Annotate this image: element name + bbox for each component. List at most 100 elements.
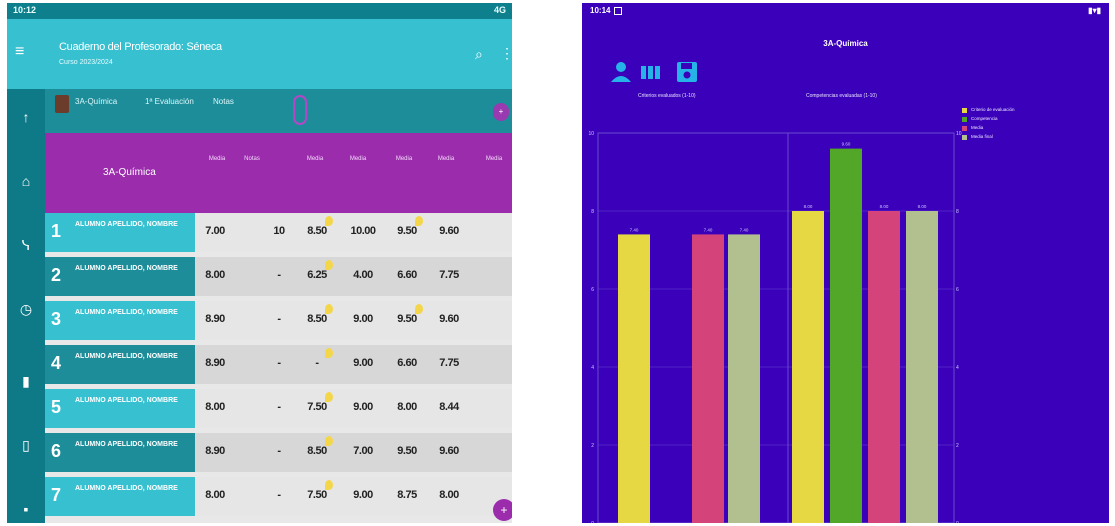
grade-cell[interactable]: 9.60 [431,313,467,325]
grade-cell[interactable]: 6.60 [389,357,425,369]
scroll-handle[interactable] [293,95,307,125]
grade-cell[interactable]: 9.50 [389,225,425,237]
grade-cell[interactable]: 8.50 [299,225,335,237]
floating-action-button[interactable]: + [493,499,512,521]
grade-cell[interactable]: 8.44 [431,401,467,413]
calendar-icon[interactable]: ▮ [16,371,36,391]
clock-icon[interactable]: ◷ [16,299,36,319]
column-header[interactable]: Media [200,155,234,164]
column-header[interactable]: Notas [235,155,269,164]
note-flag-icon[interactable] [325,216,333,226]
column-header[interactable]: Media [387,155,421,164]
grade-cell[interactable]: 7.75 [431,269,467,281]
note-flag-icon[interactable] [325,480,333,490]
grade-cell[interactable]: - [261,445,297,457]
grade-cell[interactable]: 6.60 [389,269,425,281]
note-flag-icon[interactable] [415,216,423,226]
notebook-icon[interactable]: ▯ [16,435,36,455]
grade-cell[interactable]: 9.00 [345,401,381,413]
note-flag-icon[interactable] [325,260,333,270]
grade-cell[interactable]: 6.25 [299,269,335,281]
grade-cell[interactable]: 10.00 [345,225,381,237]
bar-value-label: 7.40 [740,227,749,232]
grade-cell[interactable]: 10 [261,225,297,237]
note-flag-icon[interactable] [415,304,423,314]
grade-cell[interactable]: 7.00 [197,225,233,237]
tab-notes[interactable]: Notas [213,97,234,106]
grade-cell[interactable]: 8.90 [197,313,233,325]
student-name-cell[interactable]: 3 ALUMNO APELLIDO, NOMBRE [45,301,195,340]
grade-cell[interactable]: 7.75 [431,357,467,369]
grade-cell[interactable]: 9.50 [389,445,425,457]
grade-cell[interactable]: 8.50 [299,445,335,457]
grade-cell[interactable]: 9.60 [431,225,467,237]
grade-cell[interactable]: 8.90 [197,357,233,369]
grade-cell[interactable]: 7.50 [299,401,335,413]
note-flag-icon[interactable] [325,348,333,358]
grade-cell[interactable]: 8.00 [389,401,425,413]
y-tick-label: 0 [591,521,594,523]
grade-cell[interactable]: 7.00 [345,445,381,457]
column-header[interactable]: Media [477,155,511,164]
student-number: 3 [51,309,61,329]
tab-evaluation[interactable]: 1ª Evaluación [145,97,194,106]
legend-swatch [962,108,967,113]
grade-cell[interactable]: - [261,401,297,413]
grade-cell[interactable]: 9.60 [431,445,467,457]
student-column-header: 3A-Química [103,167,156,178]
table-row: 8.00 -7.50 9.00 8.00 8.44 [195,389,512,428]
legend-swatch [962,135,967,140]
column-header[interactable]: Media [298,155,332,164]
note-flag-icon[interactable] [325,436,333,446]
column-header[interactable]: Media [429,155,463,164]
student-name-cell[interactable]: 2 ALUMNO APELLIDO, NOMBRE [45,257,195,296]
add-column-button[interactable]: + [493,103,509,121]
legend-label: Competencia [971,116,998,121]
lock-icon[interactable]: ▪ [16,499,36,519]
bar-value-label: 7.40 [704,227,713,232]
student-name-cell[interactable]: 7 ALUMNO APELLIDO, NOMBRE [45,477,195,516]
home-icon[interactable]: ⌂ [16,171,36,191]
grade-cell[interactable]: 8.00 [197,401,233,413]
chart-bar [868,211,900,523]
search-icon[interactable]: ⌕ [475,46,483,63]
menu-icon[interactable]: ≡ [15,44,29,60]
grade-cell[interactable]: 4.00 [345,269,381,281]
more-options-icon[interactable]: ⋮ [500,45,512,62]
grade-cell[interactable]: 9.00 [345,313,381,325]
student-name-cell[interactable]: 6 ALUMNO APELLIDO, NOMBRE [45,433,195,472]
group-avatar [55,95,69,113]
grade-cell[interactable]: 8.90 [197,445,233,457]
bar-value-label: 9.60 [842,142,851,147]
student-number: 6 [51,441,61,461]
grade-cell[interactable]: - [261,489,297,501]
grade-cell[interactable]: - [261,357,297,369]
student-name-cell[interactable]: 4 ALUMNO APELLIDO, NOMBRE [45,345,195,384]
bar-value-label: 8.00 [804,204,813,209]
tab-group[interactable]: 3A-Química [75,97,117,106]
grade-cell[interactable]: 8.50 [299,313,335,325]
grade-cell[interactable]: - [261,269,297,281]
student-name: ALUMNO APELLIDO, NOMBRE [75,485,178,492]
grade-cell[interactable]: 7.50 [299,489,335,501]
y-tick-label: 8 [591,209,594,215]
note-flag-icon[interactable] [325,392,333,402]
student-number: 7 [51,485,61,505]
back-arrow-icon[interactable]: ↑ [16,107,36,127]
grade-cell[interactable]: 8.00 [431,489,467,501]
grade-cell[interactable]: - [299,357,335,369]
chart-bar [692,234,724,523]
student-number: 2 [51,265,61,285]
grade-cell[interactable]: 9.50 [389,313,425,325]
grade-cell[interactable]: 8.00 [197,489,233,501]
grade-cell[interactable]: 8.00 [197,269,233,281]
grade-cell[interactable]: - [261,313,297,325]
grade-cell[interactable]: 8.75 [389,489,425,501]
column-header[interactable]: Media [341,155,375,164]
student-name-cell[interactable]: 5 ALUMNO APELLIDO, NOMBRE [45,389,195,428]
grade-cell[interactable]: 9.00 [345,357,381,369]
grade-cell[interactable]: 9.00 [345,489,381,501]
students-icon[interactable]: ᓭ [16,235,36,255]
note-flag-icon[interactable] [325,304,333,314]
student-name-cell[interactable]: 1 ALUMNO APELLIDO, NOMBRE [45,213,195,252]
